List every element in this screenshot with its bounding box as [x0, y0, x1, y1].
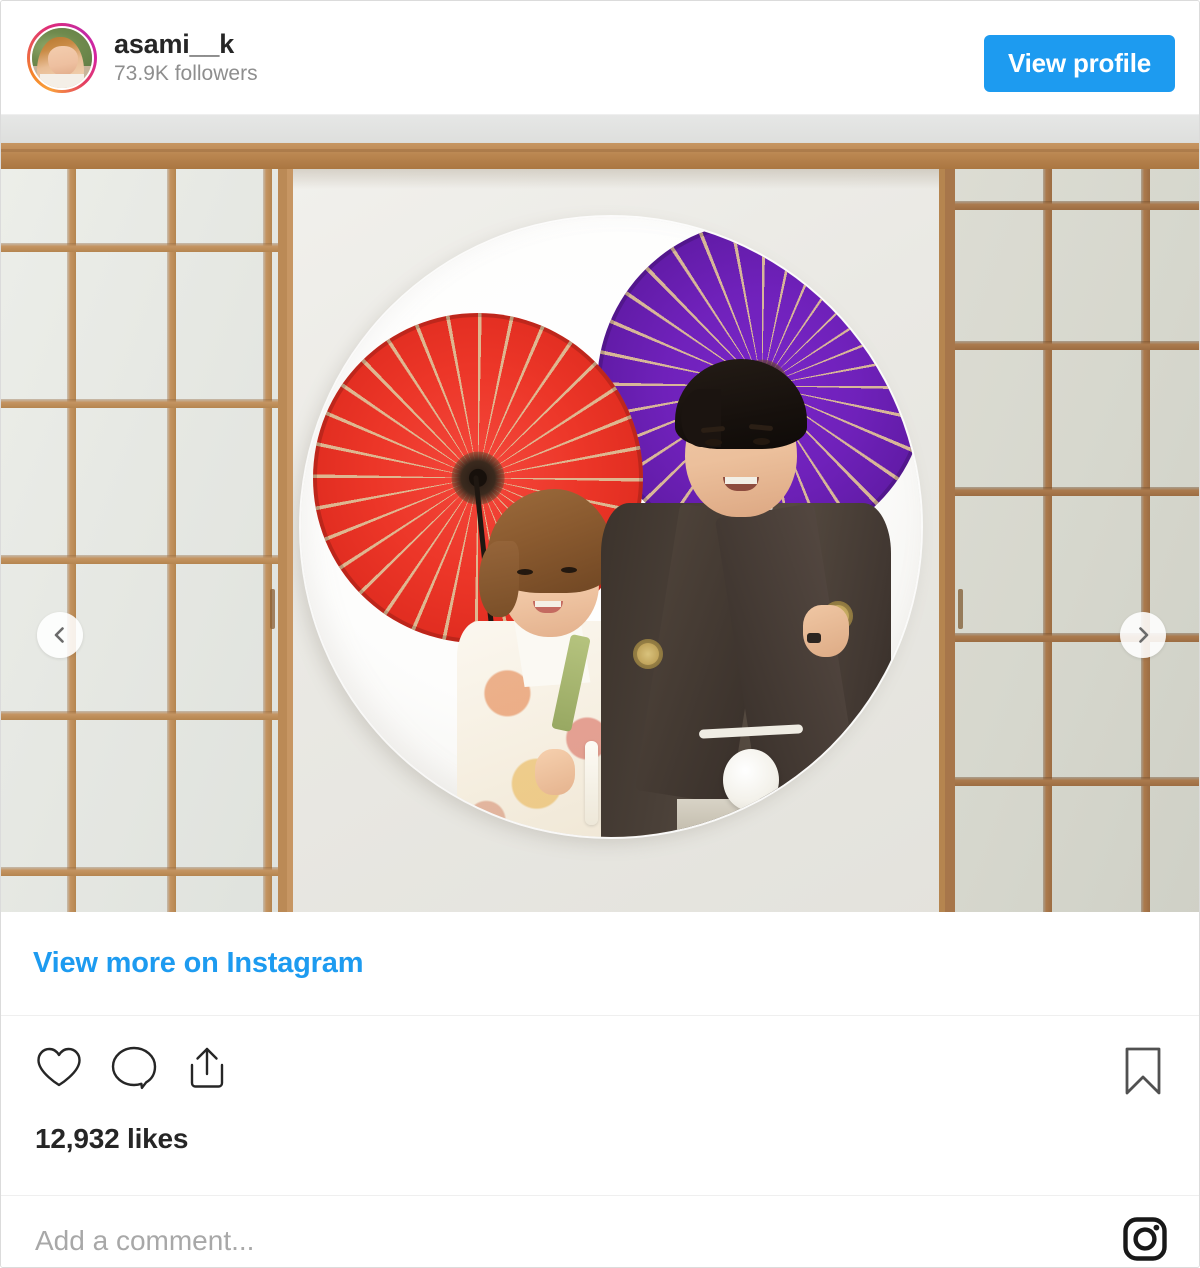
- comment-row: [1, 1195, 1199, 1267]
- shoji-handle-left: [270, 589, 275, 629]
- carousel-next-button[interactable]: [1120, 612, 1166, 658]
- bride-hand: [535, 749, 575, 795]
- groom-fist: [803, 605, 849, 657]
- groom-family-crest: [633, 639, 663, 669]
- view-more-row: View more on Instagram: [1, 912, 1199, 1015]
- view-more-on-instagram-link[interactable]: View more on Instagram: [33, 947, 363, 980]
- groom-hair: [675, 359, 807, 449]
- avatar-face: [47, 45, 78, 76]
- chevron-left-icon: [50, 625, 70, 645]
- white-circle-backdrop: [301, 217, 921, 837]
- groom-figure: [601, 343, 891, 837]
- avatar-photo: [30, 25, 94, 90]
- groom-ring: [807, 633, 821, 643]
- shoji-screen-right: [945, 169, 1199, 912]
- heart-icon: [35, 1046, 83, 1093]
- username[interactable]: asami__k: [114, 29, 258, 60]
- chevron-right-icon: [1133, 625, 1153, 645]
- post-media[interactable]: [1, 114, 1199, 912]
- bride-eye-right: [561, 567, 577, 573]
- groom-eye-left: [705, 439, 722, 446]
- share-arrow-icon: [185, 1045, 229, 1094]
- avatar-clothing: [40, 74, 84, 88]
- follower-count: 73.9K followers: [114, 61, 258, 85]
- bookmark-icon: [1123, 1047, 1163, 1099]
- likes-count[interactable]: 12,932 likes: [35, 1123, 188, 1155]
- shoji-lattice-right: [955, 169, 1199, 912]
- action-row: [1, 1015, 1199, 1123]
- avatar[interactable]: [27, 22, 97, 93]
- bride-eye-left: [517, 569, 533, 575]
- likes-row: 12,932 likes: [1, 1123, 1199, 1195]
- instagram-link-button[interactable]: [1121, 1215, 1169, 1266]
- groom-white-tassel: [723, 749, 779, 811]
- shoji-lattice-left: [1, 169, 278, 912]
- instagram-camera-icon: [1121, 1215, 1169, 1266]
- panel-shadow: [293, 169, 939, 189]
- post-header: asami__k 73.9K followers View profile: [1, 1, 1199, 114]
- comment-input[interactable]: [35, 1224, 1121, 1257]
- shoji-handle-right: [958, 589, 963, 629]
- instagram-embed-card: asami__k 73.9K followers View profile Vi…: [0, 0, 1200, 1268]
- upper-wall: [1, 115, 1199, 145]
- groom-eye-right: [753, 438, 770, 445]
- save-button[interactable]: [1123, 1046, 1163, 1099]
- share-button[interactable]: [185, 1045, 229, 1094]
- comment-button[interactable]: [110, 1045, 158, 1094]
- shoji-screen-left: [1, 169, 287, 912]
- wooden-lintel-beam: [1, 143, 1199, 171]
- center-wall-panel: [287, 169, 945, 912]
- speech-bubble-icon: [110, 1045, 158, 1094]
- bride-hair-side: [479, 541, 519, 617]
- like-button[interactable]: [35, 1046, 83, 1093]
- carousel-prev-button[interactable]: [37, 612, 83, 658]
- view-profile-button[interactable]: View profile: [983, 35, 1175, 92]
- header-text: asami__k 73.9K followers: [114, 29, 258, 86]
